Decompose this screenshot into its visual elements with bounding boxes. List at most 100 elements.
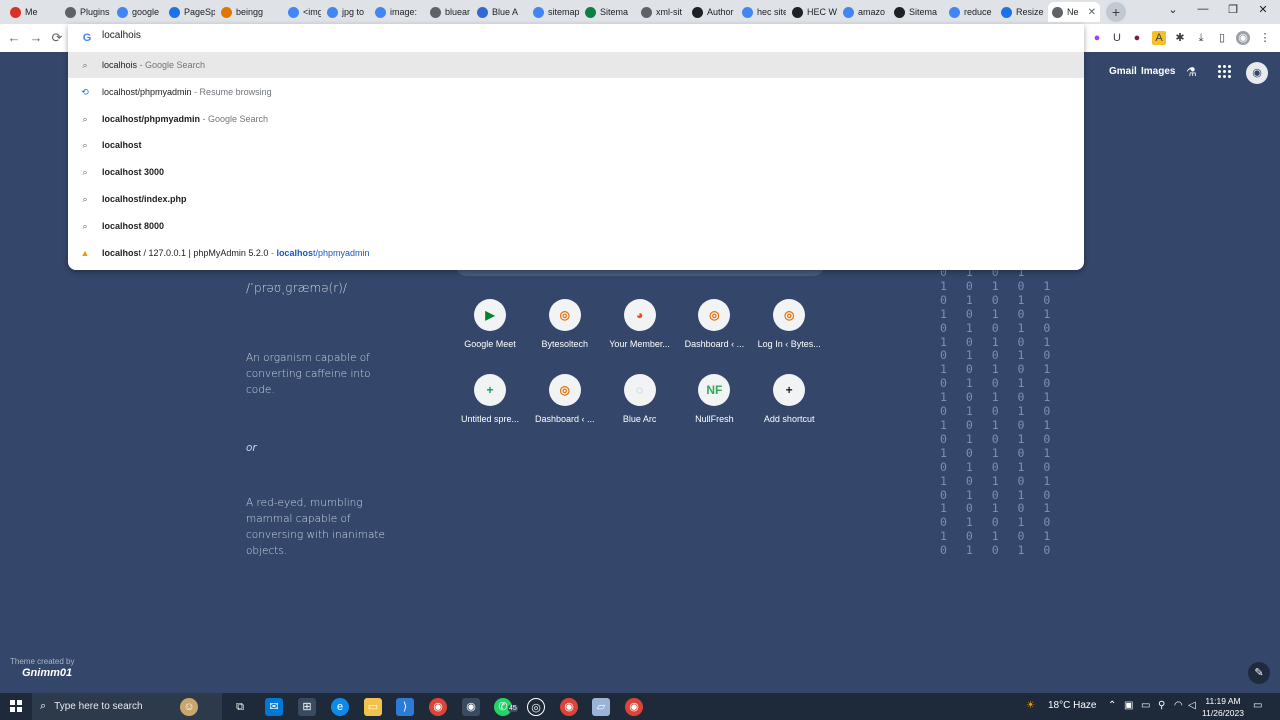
battery-icon[interactable]: ▭ <box>1141 700 1150 711</box>
close-window-button[interactable]: ✕ <box>1248 3 1278 16</box>
omnibox-suggestion[interactable]: ⌕ localhost <box>68 132 1084 158</box>
chrome-icon[interactable]: ◉ <box>560 698 578 716</box>
browser-tab[interactable]: Author <box>688 2 736 22</box>
maximize-button[interactable]: ❐ <box>1218 3 1248 16</box>
puzzle-icon[interactable]: ✱ <box>1173 31 1187 45</box>
omnibox-suggestion[interactable]: ⌕ localhost/phpmyadmin - Google Search <box>68 106 1084 132</box>
labs-flask-icon[interactable]: ⚗ <box>1186 65 1200 79</box>
customize-pencil-icon[interactable]: ✎ <box>1248 662 1270 684</box>
tab-search-icon[interactable]: ⌄ <box>1158 3 1188 16</box>
browser-tab[interactable]: xml-sit <box>637 2 686 22</box>
taskbar-search-placeholder: Type here to search <box>54 701 143 712</box>
browser-tab[interactable]: Blue A <box>473 2 527 22</box>
shortcut-tile[interactable]: ◌ Blue Arc <box>603 374 677 424</box>
shortcut-tile[interactable]: NF NullFresh <box>677 374 751 424</box>
omnibox-suggestion[interactable]: ⌕ localhost 3000 <box>68 159 1084 185</box>
images-link[interactable]: Images <box>1141 66 1175 77</box>
browser-tab[interactable]: Plugins <box>61 2 111 22</box>
shortcut-tile[interactable]: ▶ Google Meet <box>453 299 527 349</box>
new-tab-button[interactable]: + <box>1106 2 1126 22</box>
tab-title: reduce <box>964 7 992 17</box>
browser-tab[interactable]: <img s <box>284 2 321 22</box>
shortcut-tile[interactable]: + Add shortcut <box>752 374 826 424</box>
profile-icon[interactable]: ◉ <box>1236 31 1250 45</box>
browser-tab[interactable]: HEC W <box>788 2 837 22</box>
store-icon[interactable]: ⊞ <box>298 698 316 716</box>
download-icon[interactable]: ⤓ <box>1194 31 1208 45</box>
extension-icon[interactable]: ● <box>1130 31 1144 45</box>
browser-tab[interactable]: image: <box>371 2 424 22</box>
shortcut-tile[interactable]: + Untitled spre... <box>453 374 527 424</box>
shortcut-tile[interactable]: ◕ Your Member... <box>603 299 677 349</box>
app-icon[interactable]: ◎ <box>527 698 545 716</box>
browser-tab[interactable]: sitemap <box>529 2 579 22</box>
shortcut-favicon-icon: ▶ <box>474 299 506 331</box>
notification-icon[interactable]: ▭ <box>1253 700 1262 711</box>
mail-icon[interactable]: ✉ <box>265 698 283 716</box>
browser-tab[interactable]: jpg to <box>323 2 369 22</box>
weather-text[interactable]: 18°C Haze <box>1048 700 1096 711</box>
search-icon: ⌕ <box>82 60 88 70</box>
vscode-icon[interactable]: ⟩ <box>396 698 414 716</box>
chevron-up-icon[interactable]: ⌃ <box>1108 700 1116 711</box>
shortcut-label: Your Member... <box>609 339 670 349</box>
omnibox-suggestion[interactable]: ▲ localhost / 127.0.0.1 | phpMyAdmin 5.2.… <box>68 240 1084 266</box>
omnibox-dropdown: G localhois ⌕ localhois - Google Search ⟲ l… <box>68 24 1084 270</box>
clock[interactable]: 11:19 AM 11/26/2023 <box>1200 695 1246 719</box>
theme-author[interactable]: Gnimm01 <box>22 667 72 679</box>
extension-icon[interactable]: ● <box>1090 31 1104 45</box>
phpmyadmin-favicon-icon: ▲ <box>80 247 90 258</box>
address-bar[interactable]: G localhois <box>68 24 1084 52</box>
volume-icon[interactable]: ◁ <box>1188 700 1196 711</box>
chrome-icon[interactable]: ◉ <box>429 698 447 716</box>
omnibox-suggestion[interactable]: ⌕ localhost/index.php <box>68 186 1084 212</box>
tab-favicon-icon <box>117 6 128 18</box>
chrome-icon[interactable]: ◉ <box>462 698 480 716</box>
reload-icon[interactable]: ⟳ <box>48 29 66 47</box>
windows-start-icon[interactable] <box>10 700 22 712</box>
browser-tab[interactable]: amazo <box>839 2 888 22</box>
chrome-icon[interactable]: ◉ <box>625 698 643 716</box>
search-highlight-icon[interactable]: ☺ <box>180 698 198 716</box>
browser-tab[interactable]: reduce <box>945 2 995 22</box>
task-view-icon[interactable]: ⧉ <box>231 698 249 716</box>
browser-tab[interactable]: Ne ✕ <box>1048 2 1100 22</box>
notepad-icon[interactable]: ▱ <box>592 698 610 716</box>
menu-icon[interactable]: ⋮ <box>1258 31 1272 45</box>
shortcut-tile[interactable]: ◎ Log In ‹ Bytes... <box>752 299 826 349</box>
omnibox-suggestion[interactable]: ⌕ localhois - Google Search <box>68 52 1084 78</box>
shortcut-tile[interactable]: ◎ Dashboard ‹ ... <box>528 374 602 424</box>
browser-tab[interactable]: bluear <box>426 2 471 22</box>
omnibox-suggestion[interactable]: ⌕ localhost 8000 <box>68 213 1084 239</box>
minimize-button[interactable]: — <box>1188 3 1218 15</box>
side-panel-icon[interactable]: ▯ <box>1215 31 1229 45</box>
weather-icon[interactable]: ☀ <box>1026 700 1035 711</box>
browser-tab[interactable]: PageSp <box>165 2 215 22</box>
camera-icon[interactable]: ▣ <box>1124 700 1133 711</box>
browser-tab[interactable]: Me <box>6 2 56 22</box>
file-explorer-icon[interactable]: ▭ <box>364 698 382 716</box>
browser-tab[interactable]: beingg <box>217 2 273 22</box>
tab-title: Sitema <box>909 7 938 17</box>
extension-icon[interactable]: U <box>1110 31 1124 45</box>
browser-tab[interactable]: Sitema <box>581 2 635 22</box>
omnibox-suggestion[interactable]: ⟲ localhost/phpmyadmin - Resume browsing <box>68 79 1084 105</box>
forward-icon[interactable]: → <box>27 29 45 47</box>
browser-tab[interactable]: hec site <box>738 2 786 22</box>
gmail-link[interactable]: Gmail <box>1109 66 1137 77</box>
shortcut-tile[interactable]: ◎ Dashboard ‹ ... <box>677 299 751 349</box>
tab-close-icon[interactable]: ✕ <box>1088 7 1096 18</box>
address-input[interactable]: localhois <box>102 30 141 41</box>
shortcut-tile[interactable]: ◎ Bytesoltech <box>528 299 602 349</box>
shortcut-favicon-icon: NF <box>698 374 731 406</box>
browser-tab[interactable]: Resize <box>997 2 1046 22</box>
account-avatar[interactable]: ◉ <box>1246 62 1268 84</box>
microphone-icon[interactable]: ⚲ <box>1158 700 1165 711</box>
edge-icon[interactable]: e <box>331 698 349 716</box>
wifi-icon[interactable]: ◠ <box>1174 700 1183 711</box>
extension-icon[interactable]: A <box>1152 31 1166 45</box>
apps-grid-icon[interactable] <box>1218 65 1232 79</box>
back-icon[interactable]: ← <box>5 29 23 47</box>
browser-tab[interactable]: Sitema <box>890 2 943 22</box>
browser-tab[interactable]: google <box>113 2 163 22</box>
